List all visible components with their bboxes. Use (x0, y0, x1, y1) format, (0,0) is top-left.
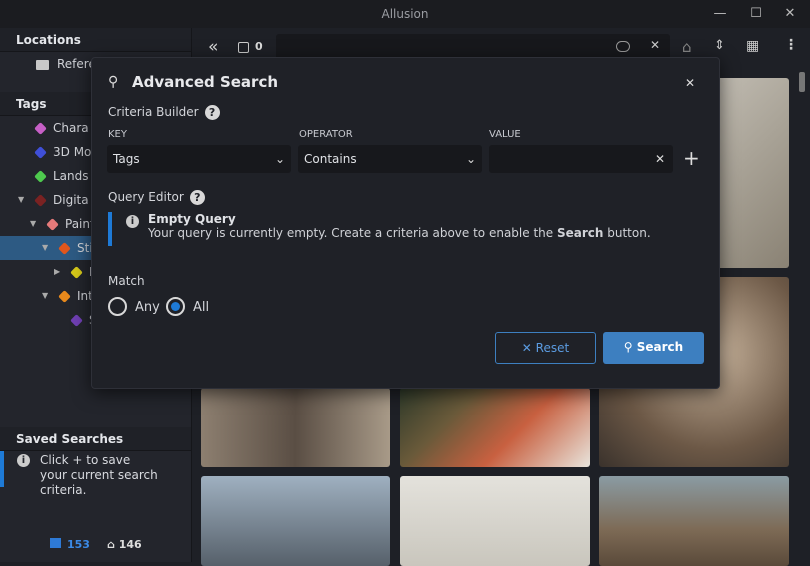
value-header: VALUE (489, 129, 521, 140)
any-label: Any (135, 300, 160, 315)
help-icon[interactable]: ? (189, 190, 205, 205)
tag-icon (46, 218, 59, 231)
sort-icon[interactable]: ⇕ (714, 38, 725, 53)
match-label: Match (108, 274, 145, 288)
chevron-down-icon: ⌄ (465, 152, 476, 166)
tag-icon (34, 170, 47, 183)
tag-icon (58, 242, 71, 255)
add-criteria-button[interactable]: + (683, 146, 700, 170)
operator-header: OPERATOR (299, 129, 353, 140)
operator-select[interactable]: Contains ⌄ (298, 145, 482, 173)
saved-searches-hint: i Click + to save your current search cr… (0, 451, 191, 497)
select-all-checkbox[interactable] (238, 42, 249, 53)
locations-header[interactable]: Locations (0, 28, 191, 52)
tag-label: Digita (53, 193, 89, 207)
advanced-search-dialog: ⚲ Advanced Search ✕ Criteria Builder? KE… (91, 57, 720, 389)
query-editor-label: Query Editor? (108, 190, 205, 205)
criteria-builder-label: Criteria Builder? (108, 105, 220, 120)
saved-searches-header[interactable]: Saved Searches (0, 427, 191, 451)
thumbnail[interactable] (201, 388, 390, 467)
tag-label: Lands (53, 169, 89, 183)
value-input[interactable]: ✕ (489, 145, 673, 173)
thumbnail[interactable] (400, 476, 590, 566)
tag-icon[interactable]: ⌂ (682, 38, 692, 56)
close-dialog-button[interactable]: ✕ (685, 76, 695, 90)
tag-icon (34, 194, 47, 207)
tag-count: ⌂ 146 (107, 538, 142, 551)
layout-grid-icon[interactable]: ▦ (746, 38, 759, 54)
empty-query-notice: i Empty Query Your query is currently em… (108, 212, 698, 246)
folder-icon (36, 59, 49, 70)
thumbnail[interactable] (400, 388, 590, 467)
selected-count: 0 (255, 40, 263, 53)
thumbnail[interactable] (599, 476, 789, 566)
tag-label: 3D Mo (53, 145, 92, 159)
clear-value-icon[interactable]: ✕ (655, 145, 665, 173)
info-icon: i (126, 215, 139, 228)
close-button[interactable]: ✕ (775, 0, 805, 28)
clear-search-icon[interactable]: ✕ (650, 38, 660, 52)
tag-label: Chara (53, 121, 89, 135)
advanced-search-icon: ⚲ (108, 74, 119, 90)
image-count: 153 (50, 538, 90, 551)
match-any-radio[interactable] (108, 297, 127, 316)
expand-toggle-icon[interactable]: ▼ (30, 212, 36, 236)
tag-icon (34, 122, 47, 135)
tag-icon (70, 314, 83, 327)
info-icon: i (17, 454, 30, 467)
reset-button[interactable]: ✕ Reset (495, 332, 596, 364)
maximize-button[interactable]: ☐ (741, 0, 771, 28)
expand-toggle-icon[interactable]: ▼ (42, 236, 48, 260)
tag-icon: ⌂ (107, 538, 119, 551)
chevron-down-icon: ⌄ (274, 152, 285, 166)
key-select[interactable]: Tags ⌄ (107, 145, 291, 173)
image-icon (50, 538, 61, 548)
tag-icon (58, 290, 71, 303)
more-options-icon[interactable]: ⋮ (784, 37, 798, 53)
scrollbar[interactable] (799, 72, 805, 92)
expand-toggle-icon[interactable]: ▶ (54, 260, 60, 284)
thumbnail[interactable] (201, 476, 390, 566)
title-bar: Allusion — ☐ ✕ (0, 0, 810, 28)
all-label: All (193, 300, 210, 315)
key-header: KEY (108, 129, 127, 140)
collapse-sidebar-icon[interactable]: « (208, 37, 218, 57)
search-button[interactable]: ⚲ Search (603, 332, 704, 364)
minimize-button[interactable]: — (705, 0, 735, 28)
expand-toggle-icon[interactable]: ▼ (42, 284, 48, 308)
tag-icon (70, 266, 83, 279)
help-icon[interactable]: ? (204, 105, 220, 120)
expand-toggle-icon[interactable]: ▼ (18, 188, 24, 212)
dialog-title: Advanced Search (132, 73, 279, 91)
match-all-radio[interactable] (166, 297, 185, 316)
match-toggle-icon[interactable] (616, 41, 630, 52)
window-title: Allusion (381, 7, 429, 21)
tag-icon (34, 146, 47, 159)
